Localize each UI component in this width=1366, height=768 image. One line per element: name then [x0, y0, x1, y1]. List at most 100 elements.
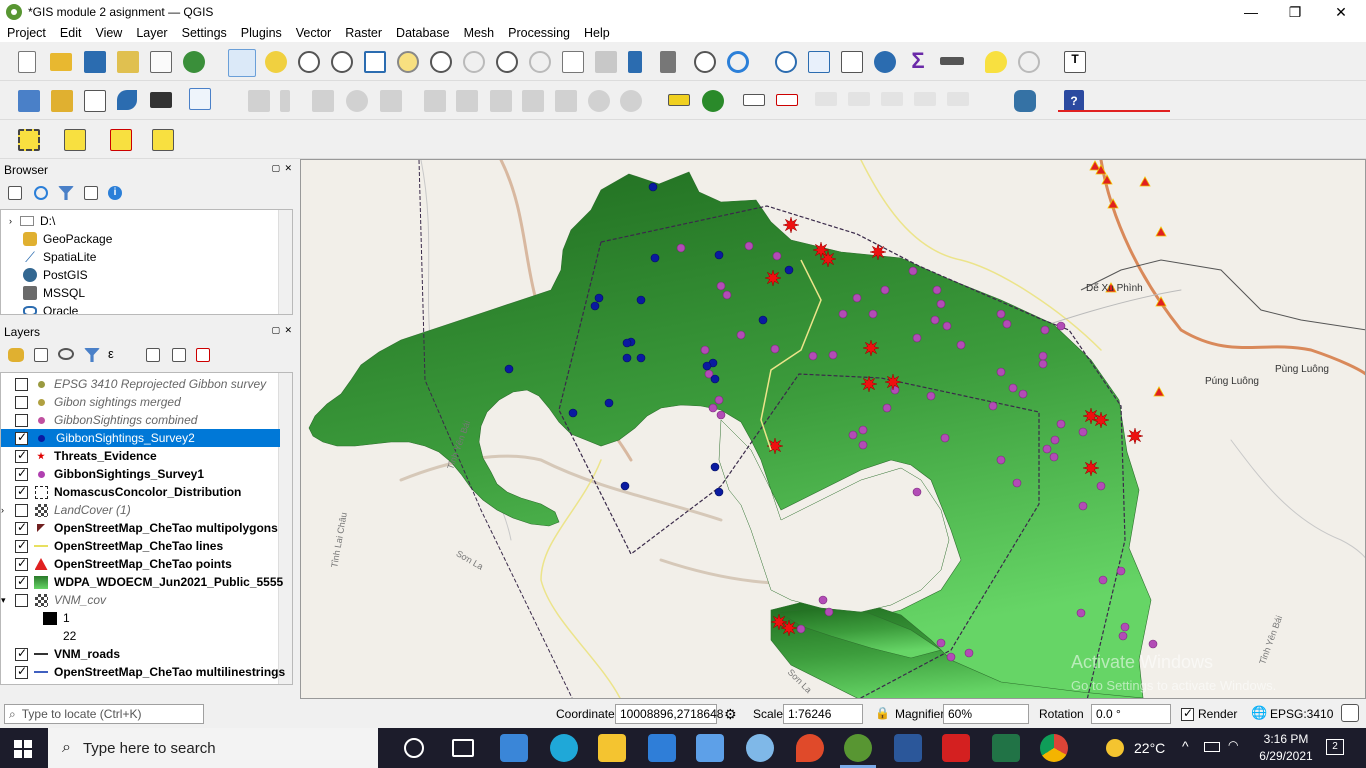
toggle-extents-icon[interactable]: ⚙	[724, 706, 737, 723]
filter-expression-icon[interactable]: ε	[108, 346, 126, 362]
zoom-layer-icon[interactable]	[430, 51, 452, 73]
current-edits-icon[interactable]	[248, 90, 270, 112]
browser-scrollbar[interactable]	[278, 210, 292, 314]
style-layer-icon[interactable]	[8, 348, 24, 362]
render-checkbox[interactable]	[1181, 706, 1194, 721]
layer-row[interactable]: Threats_Evidence	[1, 447, 280, 465]
layer-visibility-checkbox[interactable]	[15, 646, 28, 661]
properties-icon[interactable]: i	[108, 186, 122, 200]
new-3d-view-icon[interactable]	[595, 51, 617, 73]
locator-icon[interactable]	[1018, 51, 1040, 73]
add-feature-icon[interactable]	[346, 90, 368, 112]
menu-database[interactable]: Database	[389, 26, 457, 40]
layer-visibility-checkbox[interactable]	[15, 520, 28, 535]
menu-help[interactable]: Help	[577, 26, 617, 40]
dock-buttons-icon[interactable]: ▢ ✕	[271, 163, 293, 174]
temporal-controller-icon[interactable]	[694, 51, 716, 73]
layer-visibility-checkbox[interactable]	[15, 484, 28, 499]
edge-icon[interactable]	[550, 734, 578, 762]
layer-visibility-checkbox[interactable]	[15, 574, 28, 589]
minimize-button[interactable]: —	[1228, 0, 1274, 24]
crs-globe-icon[interactable]: 🌐	[1251, 705, 1267, 721]
move-label-icon[interactable]	[848, 92, 870, 106]
excel-icon[interactable]	[992, 734, 1020, 762]
windows-start-icon[interactable]	[14, 740, 32, 758]
vertex-tool-icon[interactable]	[189, 88, 211, 110]
layers-dock-buttons-icon[interactable]: ▢ ✕	[271, 325, 293, 336]
layer-visibility-checkbox[interactable]	[15, 556, 28, 571]
deselect-features-icon[interactable]	[110, 129, 132, 151]
menu-plugins[interactable]: Plugins	[234, 26, 289, 40]
menu-raster[interactable]: Raster	[338, 26, 389, 40]
style-manager-icon[interactable]	[183, 51, 205, 73]
statistical-summary-icon[interactable]	[841, 51, 863, 73]
file-explorer-icon[interactable]	[598, 734, 626, 762]
maps-app-icon[interactable]	[796, 734, 824, 762]
layer-visibility-checkbox[interactable]	[15, 448, 28, 463]
remove-layer-icon[interactable]	[196, 348, 210, 362]
show-bookmarks-icon[interactable]	[660, 51, 676, 73]
paste-features-icon[interactable]	[555, 90, 577, 112]
scale-combobox[interactable]: 1:76246	[783, 704, 863, 724]
data-source-manager-icon[interactable]	[18, 90, 40, 112]
layer-visibility-checkbox[interactable]	[15, 466, 28, 481]
zoom-last-icon[interactable]	[496, 51, 518, 73]
magnifier-spinbox[interactable]: 60%	[943, 704, 1029, 724]
new-temp-layer-icon[interactable]	[150, 92, 172, 108]
layer-row[interactable]: OpenStreetMap_CheTao multilinestrings	[1, 663, 285, 681]
mail-icon[interactable]	[648, 734, 676, 762]
layer-row[interactable]: OpenStreetMap_CheTao lines	[1, 537, 280, 555]
show-hide-labels-icon[interactable]	[815, 92, 837, 106]
layer-row[interactable]: 1	[1, 609, 280, 627]
sum-icon[interactable]: Σ	[907, 49, 929, 73]
text-annotation-icon[interactable]: T	[1064, 51, 1086, 73]
undo-icon[interactable]	[588, 90, 610, 112]
layer-visibility-checkbox[interactable]	[15, 377, 28, 391]
label-properties-icon[interactable]	[947, 92, 969, 106]
map-canvas[interactable]: Dế Xu Phình Púng Luông Pùng Luông Tỉnh Y…	[300, 159, 1366, 699]
crs-button[interactable]: EPSG:3410	[1270, 707, 1333, 721]
select-features-icon[interactable]	[18, 129, 40, 151]
add-group-icon[interactable]	[34, 348, 48, 362]
notifications-icon[interactable]: 2	[1326, 739, 1344, 755]
menu-view[interactable]: View	[88, 26, 129, 40]
delete-selected-icon[interactable]	[456, 90, 478, 112]
layer-visibility-checkbox[interactable]	[15, 503, 28, 517]
layer-row[interactable]: VNM_roads	[1, 645, 280, 663]
modify-attributes-icon[interactable]	[424, 90, 446, 112]
layer-row[interactable]: OpenStreetMap_CheTao points	[1, 555, 280, 573]
processing-toolbox-icon[interactable]	[874, 51, 896, 73]
tray-chevron-icon[interactable]: ^	[1182, 738, 1189, 754]
control-panel-icon[interactable]	[696, 734, 724, 762]
maximize-button[interactable]: ❐	[1272, 0, 1318, 24]
measure-line-icon[interactable]	[940, 57, 964, 65]
task-view-icon[interactable]	[452, 739, 474, 757]
locator-search-input[interactable]: ⌕ Type to locate (Ctrl+K)	[4, 704, 204, 724]
pin-labels-icon[interactable]	[776, 94, 798, 106]
layer-row[interactable]: ▾ VNM_cov	[1, 591, 280, 609]
lock-scale-icon[interactable]: 🔒	[875, 706, 890, 720]
rotate-label-icon[interactable]	[881, 92, 903, 106]
qgis-taskbar-icon[interactable]	[844, 734, 872, 762]
coordinate-field[interactable]: 10008896,2718648	[615, 704, 723, 724]
layer-diagram-icon[interactable]	[702, 90, 724, 112]
network-icon[interactable]: ◠	[1228, 738, 1238, 752]
zoom-selection-icon[interactable]	[397, 51, 419, 73]
zoom-native-icon[interactable]	[463, 51, 485, 73]
open-attribute-table-icon[interactable]	[808, 51, 830, 73]
new-geopackage-icon[interactable]	[51, 90, 73, 112]
browser-item-drive-d[interactable]: › D:\	[9, 212, 55, 230]
menu-mesh[interactable]: Mesh	[457, 26, 502, 40]
zoom-in-icon[interactable]	[298, 51, 320, 73]
layer-row[interactable]: › LandCover (1)	[1, 501, 280, 519]
paint-icon[interactable]	[746, 734, 774, 762]
expand-arrow-icon[interactable]: ▾	[1, 595, 15, 606]
pan-to-selection-icon[interactable]	[265, 51, 287, 73]
expand-all-icon[interactable]	[146, 348, 160, 362]
save-edits-icon[interactable]	[312, 90, 334, 112]
identify-features-icon[interactable]	[775, 51, 797, 73]
browser-item-oracle[interactable]: Oracle	[23, 302, 78, 314]
menu-vector[interactable]: Vector	[289, 26, 338, 40]
browser-item-geopackage[interactable]: GeoPackage	[23, 230, 112, 248]
new-bookmark-icon[interactable]	[628, 51, 642, 73]
